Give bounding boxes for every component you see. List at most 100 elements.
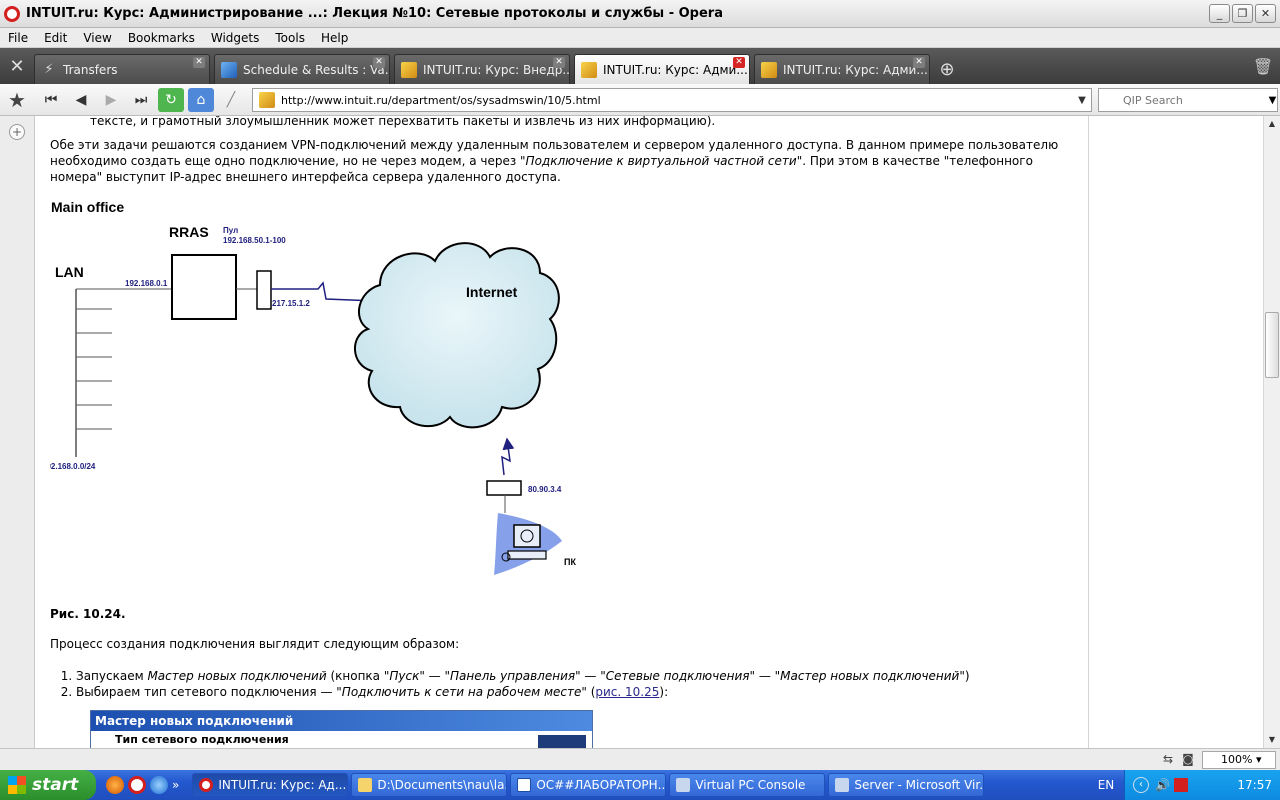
rewind-icon[interactable]: ⏮ [38, 88, 64, 112]
minimize-button[interactable]: _ [1209, 4, 1230, 23]
cut-line: тексте, и грамотный злоумышленник может … [90, 116, 716, 128]
menu-bar: File Edit View Bookmarks Widgets Tools H… [0, 28, 1280, 48]
wizard-logo-icon [538, 735, 586, 748]
tab-close-icon[interactable]: ✕ [913, 57, 925, 68]
navigation-bar: ★ ⏮ ◀ ▶ ⏭ ↻ ⌂ ╱ ▼ ▼ [0, 84, 1280, 116]
tab-label: Transfers [63, 62, 118, 77]
modem-box [256, 270, 272, 310]
internet-label: Internet [466, 284, 518, 300]
address-bar[interactable]: ▼ [252, 88, 1092, 112]
intuit-icon [401, 61, 417, 78]
tab-intuit-active[interactable]: INTUIT.ru: Курс: Адми... ✕ [574, 54, 750, 84]
quick-launch-more-icon[interactable]: » [172, 778, 179, 792]
tab-close-icon[interactable]: ✕ [193, 57, 205, 68]
start-button[interactable]: start [0, 770, 96, 800]
language-indicator[interactable]: EN [1091, 778, 1121, 792]
transfers-icon: ⚡ [44, 61, 54, 77]
address-dropdown-icon[interactable]: ▼ [1073, 95, 1091, 106]
taskbar-item-opera[interactable]: INTUIT.ru: Курс: Ад... [192, 773, 349, 797]
menu-file[interactable]: File [0, 31, 36, 45]
bookmark-star-icon[interactable]: ★ [0, 84, 34, 116]
tray-arrow-icon[interactable]: ‹ [1133, 777, 1149, 793]
opera-icon[interactable] [128, 776, 146, 794]
pool-label: Пул [223, 226, 238, 235]
taskbar-item-word[interactable]: ОС##ЛАБОРАТОРН... [510, 773, 667, 797]
client-link [501, 437, 515, 476]
back-arrow-icon[interactable]: ◀ [68, 88, 94, 112]
list-item: Запускаем Мастер новых подключений (кноп… [76, 668, 1060, 684]
volume-icon[interactable]: 🔊 [1155, 778, 1170, 792]
tab-close-icon[interactable]: ✕ [553, 57, 565, 68]
intuit-icon [581, 61, 597, 78]
network-diagram: Main office RRAS Пул 192.168.50.1-100 LA… [50, 199, 576, 575]
figure-link[interactable]: рис. 10.25 [595, 685, 659, 699]
home-icon[interactable]: ⌂ [188, 87, 214, 112]
maximize-button[interactable]: ❐ [1232, 4, 1253, 23]
start-label: start [32, 775, 79, 795]
system-tray: EN ‹ 🔊 17:57 [1098, 770, 1280, 800]
intuit-site-icon [259, 92, 275, 108]
add-panel-icon[interactable]: + [9, 124, 25, 140]
camera-icon[interactable]: ◙ [1180, 752, 1196, 767]
taskbar-item-virtualpc-console[interactable]: Virtual PC Console [669, 773, 826, 797]
tab-label: Schedule & Results : Va... [243, 62, 390, 77]
zoom-control[interactable]: 100% ▾ [1202, 751, 1276, 769]
new-tab-plus-icon[interactable]: ⊕ [934, 54, 960, 84]
paragraph-vpn: Обе эти задачи решаются созданием VPN-по… [50, 137, 1060, 185]
client-modem-box [486, 480, 522, 496]
antivirus-icon[interactable] [1173, 778, 1188, 792]
scroll-up-icon[interactable]: ▲ [1264, 116, 1280, 132]
menu-tools[interactable]: Tools [267, 31, 313, 45]
forward-arrow-icon[interactable]: ▶ [98, 88, 124, 112]
taskbar-item-virtualpc-server[interactable]: Server - Microsoft Vir... [828, 773, 985, 797]
tab-label: INTUIT.ru: Курс: Адми... [783, 62, 928, 77]
status-bar: ⇆ ◙ 100% ▾ [0, 748, 1280, 770]
ie-icon[interactable] [150, 776, 168, 794]
firefox-icon[interactable] [106, 776, 124, 794]
reload-icon[interactable]: ↻ [158, 87, 184, 112]
tab-intuit-1[interactable]: INTUIT.ru: Курс: Внедр... ✕ [394, 54, 570, 84]
wand-icon[interactable]: ╱ [218, 88, 244, 112]
tab-close-icon[interactable]: ✕ [373, 57, 385, 68]
address-input[interactable] [281, 93, 1073, 107]
menu-help[interactable]: Help [313, 31, 356, 45]
trash-icon[interactable]: 🗑 [1250, 52, 1276, 80]
opera-logo-icon [4, 5, 20, 22]
menu-bookmarks[interactable]: Bookmarks [120, 31, 203, 45]
menu-edit[interactable]: Edit [36, 31, 75, 45]
tab-schedule[interactable]: Schedule & Results : Va... ✕ [214, 54, 390, 84]
opera-icon [199, 778, 214, 792]
fast-forward-icon[interactable]: ⏭ [128, 88, 154, 112]
tab-label: INTUIT.ru: Курс: Адми... [603, 62, 748, 77]
menu-view[interactable]: View [75, 31, 119, 45]
tools-wrench-icon[interactable]: ✕ [0, 48, 34, 84]
ext-ip-label: 217.15.1.2 [272, 299, 310, 308]
menu-widgets[interactable]: Widgets [203, 31, 268, 45]
scroll-thumb[interactable] [1265, 312, 1279, 378]
search-input[interactable] [1123, 93, 1268, 107]
quick-launch: » [106, 776, 189, 794]
lan-label: LAN [55, 264, 84, 280]
tab-intuit-3[interactable]: INTUIT.ru: Курс: Адми... ✕ [754, 54, 930, 84]
pc-monitor-icon [513, 524, 541, 548]
tab-label: INTUIT.ru: Курс: Внедр... [423, 62, 570, 77]
lan-ip-label: 192.168.0.1 [125, 279, 168, 288]
tab-close-icon[interactable]: ✕ [733, 57, 745, 68]
tab-transfers[interactable]: ⚡ Transfers ✕ [34, 54, 210, 84]
word-document-icon [517, 778, 532, 792]
page-icon [221, 61, 237, 78]
vertical-scrollbar[interactable]: ▲ ▼ [1263, 116, 1280, 748]
rras-label: RRAS [169, 224, 209, 240]
article-column: тексте, и грамотный злоумышленник может … [50, 116, 1060, 700]
scroll-down-icon[interactable]: ▼ [1264, 732, 1280, 748]
window-controls: _ ❐ ✕ [1209, 4, 1276, 23]
steps-list: Запускаем Мастер новых подключений (кноп… [50, 668, 1060, 700]
close-button[interactable]: ✕ [1255, 4, 1276, 23]
network-status-icon[interactable]: ⇆ [1160, 752, 1176, 767]
virtual-pc-icon [835, 778, 850, 792]
search-dropdown-icon[interactable]: ▼ [1268, 95, 1277, 106]
window-title: INTUIT.ru: Курс: Администрирование ...: … [26, 6, 723, 21]
rras-server-box [171, 254, 237, 320]
taskbar-item-folder[interactable]: D:\Documents\nau\la... [351, 773, 508, 797]
search-box[interactable]: ▼ [1098, 88, 1278, 112]
